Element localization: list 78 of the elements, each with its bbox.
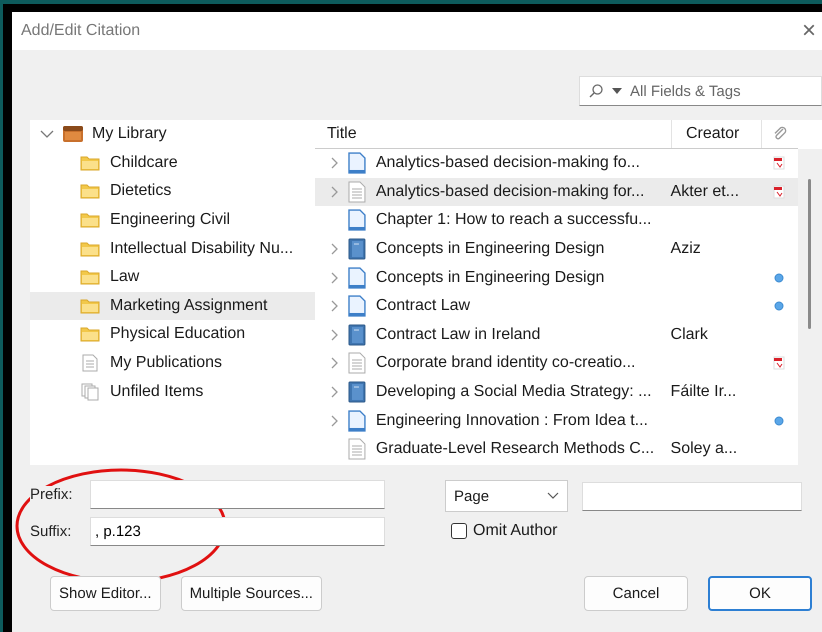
folder-icon	[80, 326, 100, 342]
tree-item[interactable]: Unfiled Items	[30, 377, 315, 406]
document-icon	[346, 352, 367, 374]
locator-select[interactable]: Page	[445, 480, 568, 512]
checkbox[interactable]	[451, 523, 467, 539]
folder-icon	[80, 269, 100, 286]
creator-cell: Soley a...	[670, 440, 738, 458]
tree-item[interactable]: Physical Education	[30, 320, 315, 349]
page-icon	[346, 209, 367, 232]
title-cell-text: Engineering Innovation : From Idea t...	[374, 412, 649, 430]
tree-item[interactable]: Law	[30, 262, 315, 292]
creator-cell: Akter et...	[670, 182, 740, 200]
window-title: Add/Edit Citation	[21, 22, 140, 40]
page-icon	[346, 410, 367, 432]
locator-field[interactable]	[582, 482, 802, 510]
tree-item[interactable]: My Publications	[30, 348, 315, 378]
tree-item[interactable]: Dietetics	[30, 177, 315, 206]
item-row[interactable]: Developing a Social Media Strategy: ... Fáilte Ir...	[315, 378, 798, 406]
title-cell-text: Graduate-Level Research Methods C...	[374, 440, 656, 458]
creator-cell: Aziz	[670, 240, 701, 258]
item-row[interactable]: Graduate-Level Research Methods C... Soley a...	[315, 434, 798, 464]
suffix-field[interactable]: , p.123	[90, 517, 385, 546]
title-cell-text: Concepts in Engineering Design	[374, 240, 606, 258]
title-cell-text: Developing a Social Media Strategy: ...	[374, 383, 653, 402]
book-icon	[346, 238, 367, 260]
creator-cell: Fáilte Ir...	[670, 383, 736, 400]
folder-icon	[80, 183, 100, 200]
creator-cell: Clark	[670, 326, 708, 343]
document-icon	[346, 438, 367, 460]
item-row[interactable]: Analytics-based decision-making for... Akter et...	[315, 178, 798, 206]
dropdown-triangle-icon	[612, 88, 622, 94]
title-cell-text: Contract Law	[374, 297, 472, 316]
title-cell-text: Concepts in Engineering Design	[374, 268, 606, 287]
page-icon	[346, 295, 367, 318]
document-icon	[80, 354, 100, 372]
column-header[interactable]: Creator	[672, 120, 762, 148]
book-icon	[346, 324, 367, 346]
search-icon	[588, 83, 604, 99]
close-button[interactable]: ×	[802, 17, 822, 45]
title-cell-text: Corporate brand identity co-creatio...	[374, 354, 636, 372]
item-row[interactable]: Concepts in Engineering Design	[315, 263, 798, 292]
dialog-button[interactable]: Multiple Sources...	[180, 576, 322, 611]
tree-item[interactable]: My Library	[30, 120, 315, 149]
tree-item[interactable]: Marketing Assignment	[30, 292, 315, 320]
item-row[interactable]: Engineering Innovation : From Idea t...	[315, 406, 798, 435]
library-icon	[62, 125, 84, 144]
page-icon	[346, 152, 367, 174]
dialog-button[interactable]: Show Editor...	[50, 576, 161, 611]
column-header[interactable]: Title	[315, 120, 672, 148]
prefix-field[interactable]	[90, 480, 385, 509]
ok-button[interactable]: OK	[708, 576, 812, 611]
title-cell-text: Chapter 1: How to reach a successfu...	[374, 211, 652, 230]
item-row[interactable]: Concepts in Engineering Design Aziz	[315, 234, 798, 264]
title-cell-text: Analytics-based decision-making fo...	[374, 154, 641, 172]
page-icon	[346, 266, 367, 289]
search-field[interactable]: All Fields & Tags	[579, 76, 822, 106]
folder-icon	[80, 298, 100, 314]
tree-item[interactable]: Childcare	[30, 148, 315, 178]
item-row[interactable]: Analytics-based decision-making fo...	[315, 149, 798, 178]
tree-item[interactable]: Engineering Civil	[30, 206, 315, 234]
item-row[interactable]: Contract Law in Ireland Clark	[315, 320, 798, 350]
book-icon	[346, 381, 367, 404]
title-cell-text: Analytics-based decision-making for...	[374, 182, 646, 201]
item-row[interactable]: Contract Law	[315, 292, 798, 321]
chevron-down-icon	[547, 492, 559, 500]
tree-item[interactable]: Intellectual Disability Nu...	[30, 234, 315, 263]
scrollbar-thumb[interactable]	[808, 179, 811, 329]
title-cell-text: Contract Law in Ireland	[374, 326, 542, 344]
item-row[interactable]: Corporate brand identity co-creatio...	[315, 349, 798, 378]
folder-icon	[80, 212, 100, 228]
item-row[interactable]: Chapter 1: How to reach a successfu...	[315, 206, 798, 235]
stacked-pages-icon	[80, 382, 100, 401]
document-icon	[346, 180, 367, 203]
paperclip-icon	[772, 126, 788, 142]
cancel-button[interactable]: Cancel	[584, 576, 688, 611]
omit-author-label: Omit Author	[473, 522, 558, 540]
folder-icon	[80, 240, 100, 257]
folder-icon	[80, 154, 100, 171]
